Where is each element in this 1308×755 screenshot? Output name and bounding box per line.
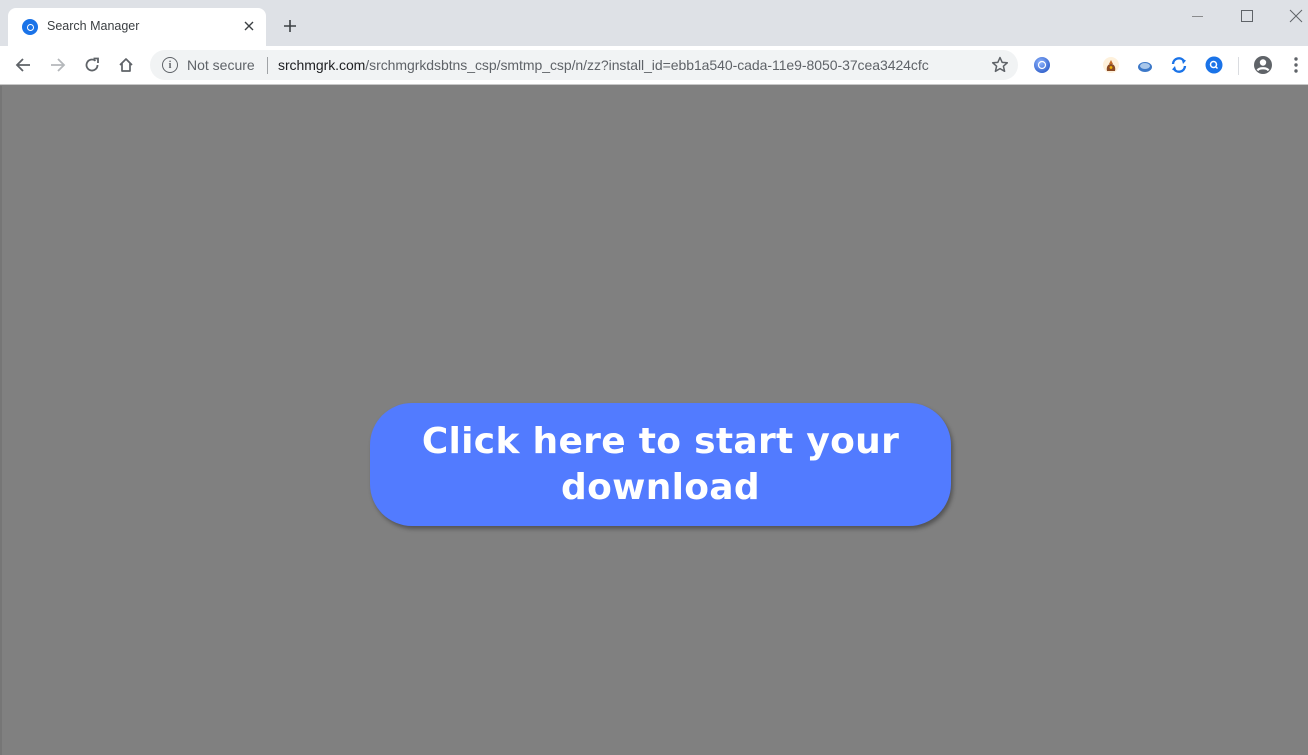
forward-button[interactable] <box>46 53 70 77</box>
plus-icon <box>284 20 296 32</box>
page-left-edge <box>0 86 2 755</box>
new-tab-button[interactable] <box>279 15 301 37</box>
address-bar[interactable]: i Not secure srchmgrk.com/srchmgrkdsbtns… <box>150 50 1018 80</box>
start-download-button[interactable]: Click here to start your download <box>370 403 951 526</box>
brown-bag-extension-icon <box>1103 57 1119 73</box>
profile-button[interactable] <box>1253 55 1273 75</box>
search-manager-extension-icon <box>1205 56 1223 74</box>
more-vert-icon <box>1294 57 1298 73</box>
search-manager-favicon-icon <box>22 19 38 35</box>
window-close-button[interactable] <box>1286 6 1306 26</box>
account-icon <box>1254 56 1272 74</box>
blue-globe-extension-button[interactable] <box>1033 56 1051 74</box>
bookmark-star-button[interactable] <box>990 55 1010 75</box>
back-arrow-icon <box>15 58 30 72</box>
close-icon <box>244 21 254 31</box>
star-icon <box>991 56 1009 73</box>
blue-globe-extension-icon <box>1034 57 1050 73</box>
omnibox-divider <box>267 57 268 74</box>
reload-button[interactable] <box>80 53 104 77</box>
minimize-button[interactable] <box>1188 6 1208 26</box>
browser-tab[interactable]: Search Manager <box>8 8 266 46</box>
url-path: /srchmgrkdsbtns_csp/smtmp_csp/n/zz?insta… <box>365 57 929 73</box>
home-button[interactable] <box>114 53 138 77</box>
security-label[interactable]: Not secure <box>187 57 255 73</box>
tab-close-button[interactable] <box>240 17 258 35</box>
tab-title: Search Manager <box>47 19 140 33</box>
maximize-button[interactable] <box>1237 6 1257 26</box>
forward-arrow-icon <box>51 58 66 72</box>
reload-icon <box>85 57 99 72</box>
browser-toolbar: i Not secure srchmgrk.com/srchmgrkdsbtns… <box>0 46 1308 85</box>
sync-icon <box>1171 57 1187 73</box>
home-icon <box>119 58 133 72</box>
url-text[interactable]: srchmgrk.com/srchmgrkdsbtns_csp/smtmp_cs… <box>278 57 929 73</box>
blue-oval-extension-icon <box>1138 62 1152 72</box>
url-host: srchmgrk.com <box>278 57 366 73</box>
brown-bag-extension-button[interactable] <box>1102 56 1120 74</box>
sync-extension-button[interactable] <box>1170 56 1188 74</box>
back-button[interactable] <box>11 53 35 77</box>
close-icon <box>1289 9 1303 23</box>
browser-titlebar: Search Manager <box>0 0 1308 46</box>
search-extension-button[interactable] <box>1205 56 1223 74</box>
toolbar-divider <box>1238 57 1239 75</box>
menu-button[interactable] <box>1288 55 1304 75</box>
blue-oval-extension-button[interactable] <box>1136 56 1154 74</box>
start-download-label: Click here to start your download <box>421 420 900 508</box>
info-icon[interactable]: i <box>162 57 178 73</box>
